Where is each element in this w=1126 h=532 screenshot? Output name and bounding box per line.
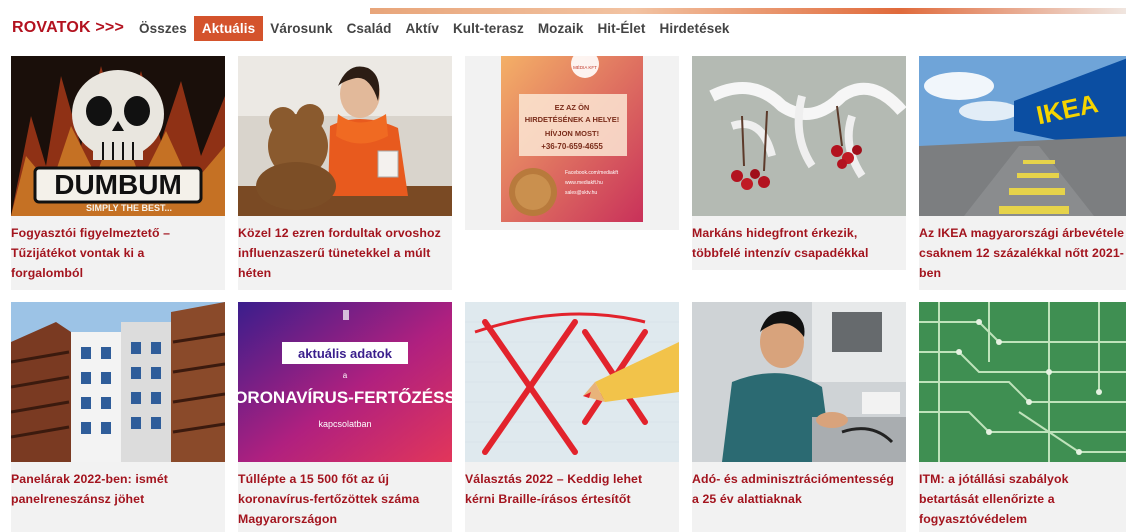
tab-hit-elet[interactable]: Hit-Élet — [590, 17, 652, 40]
article-thumbnail[interactable]: DUMBUM SIMPLY THE BEST... — [11, 56, 225, 216]
article-thumbnail[interactable] — [692, 302, 906, 462]
article-title[interactable]: Markáns hidegfront érkezik, többfelé int… — [692, 216, 906, 263]
category-nav: ROVATOK >>> Összes Aktuális Városunk Csa… — [12, 15, 737, 41]
article-thumbnail[interactable] — [465, 302, 679, 462]
tab-csalad[interactable]: Család — [340, 17, 399, 40]
ad-contact-1: Facebook.com/mediakft — [565, 170, 619, 176]
tab-kult-terasz[interactable]: Kult-terasz — [446, 17, 531, 40]
article-thumbnail[interactable] — [11, 302, 225, 462]
ad-phone: +36-70-659-4655 — [541, 142, 603, 151]
dumbum-slogan: SIMPLY THE BEST... — [86, 203, 172, 213]
article-card[interactable]: ITM: a jótállási szabályok betartását el… — [919, 302, 1126, 532]
ad-line-1: EZ AZ ÖN — [555, 103, 590, 112]
article-title[interactable]: Adó- és adminisztrációmentesség a 25 év … — [692, 462, 906, 509]
tab-aktiv[interactable]: Aktív — [398, 17, 446, 40]
article-card[interactable]: Panelárak 2022-ben: ismét panelreneszáns… — [11, 302, 225, 532]
article-thumbnail[interactable]: IKEA — [919, 56, 1126, 216]
article-thumbnail[interactable] — [919, 302, 1126, 462]
tab-osszes[interactable]: Összes — [132, 17, 194, 40]
article-title[interactable]: Közel 12 ezren fordultak orvoshoz influe… — [238, 216, 452, 283]
tab-mozaik[interactable]: Mozaik — [531, 17, 591, 40]
article-thumbnail[interactable]: aktuális adatok a ORONAVÍRUS-FERTŐZÉSS k… — [238, 302, 452, 462]
ad-logo-text: MÉDIA KFT — [573, 64, 597, 70]
article-card[interactable]: IKEA Az IKEA magyarországi árbevétele cs… — [919, 56, 1126, 290]
covid-foot-text: kapcsolatban — [318, 419, 371, 429]
article-card[interactable]: Markáns hidegfront érkezik, többfelé int… — [692, 56, 906, 270]
article-card[interactable]: Közel 12 ezren fordultak orvoshoz influe… — [238, 56, 452, 290]
article-title[interactable]: Választás 2022 – Keddig lehet kérni Brai… — [465, 462, 679, 509]
article-card[interactable]: Választás 2022 – Keddig lehet kérni Brai… — [465, 302, 679, 532]
article-title[interactable]: Az IKEA magyarországi árbevétele csaknem… — [919, 216, 1126, 283]
ad-line-2: HIRDETÉSÉNEK A HELYE! — [525, 115, 620, 124]
ad-card[interactable]: MÉDIA KFT EZ AZ ÖN HIRDETÉSÉNEK A HELYE!… — [465, 56, 679, 230]
ad-banner[interactable]: MÉDIA KFT EZ AZ ÖN HIRDETÉSÉNEK A HELYE!… — [465, 56, 679, 230]
article-card[interactable]: DUMBUM SIMPLY THE BEST... Fogyasztói fig… — [11, 56, 225, 290]
article-card[interactable]: Adó- és adminisztrációmentesség a 25 év … — [692, 302, 906, 532]
article-title[interactable]: ITM: a jótállási szabályok betartását el… — [919, 462, 1126, 529]
covid-small-text: a — [343, 371, 348, 380]
dumbum-logo-text: DUMBUM — [54, 169, 182, 200]
ad-contact-2: www.mediakft.hu — [565, 180, 603, 186]
tab-hirdetesek[interactable]: Hirdetések — [653, 17, 737, 40]
tab-varosunk[interactable]: Városunk — [263, 17, 339, 40]
category-nav-heading: ROVATOK >>> — [12, 19, 125, 36]
article-title[interactable]: Túllépte a 15 500 főt az új koronavírus-… — [238, 462, 452, 529]
article-title[interactable]: Fogyasztói figyelmeztető – Tűzijátékot v… — [11, 216, 225, 283]
article-title[interactable]: Panelárak 2022-ben: ismét panelreneszáns… — [11, 462, 225, 509]
article-card[interactable]: aktuális adatok a ORONAVÍRUS-FERTŐZÉSS k… — [238, 302, 452, 532]
covid-main-text: ORONAVÍRUS-FERTŐZÉSS — [238, 388, 452, 407]
article-thumbnail[interactable] — [238, 56, 452, 216]
header-banner-strip — [370, 8, 1126, 14]
ad-contact-3: sales@sktv.hu — [565, 190, 597, 196]
tab-aktualis[interactable]: Aktuális — [193, 15, 264, 41]
covid-label-text: aktuális adatok — [298, 346, 393, 361]
ad-line-3: HÍVJON MOST! — [545, 129, 599, 138]
article-thumbnail[interactable] — [692, 56, 906, 216]
